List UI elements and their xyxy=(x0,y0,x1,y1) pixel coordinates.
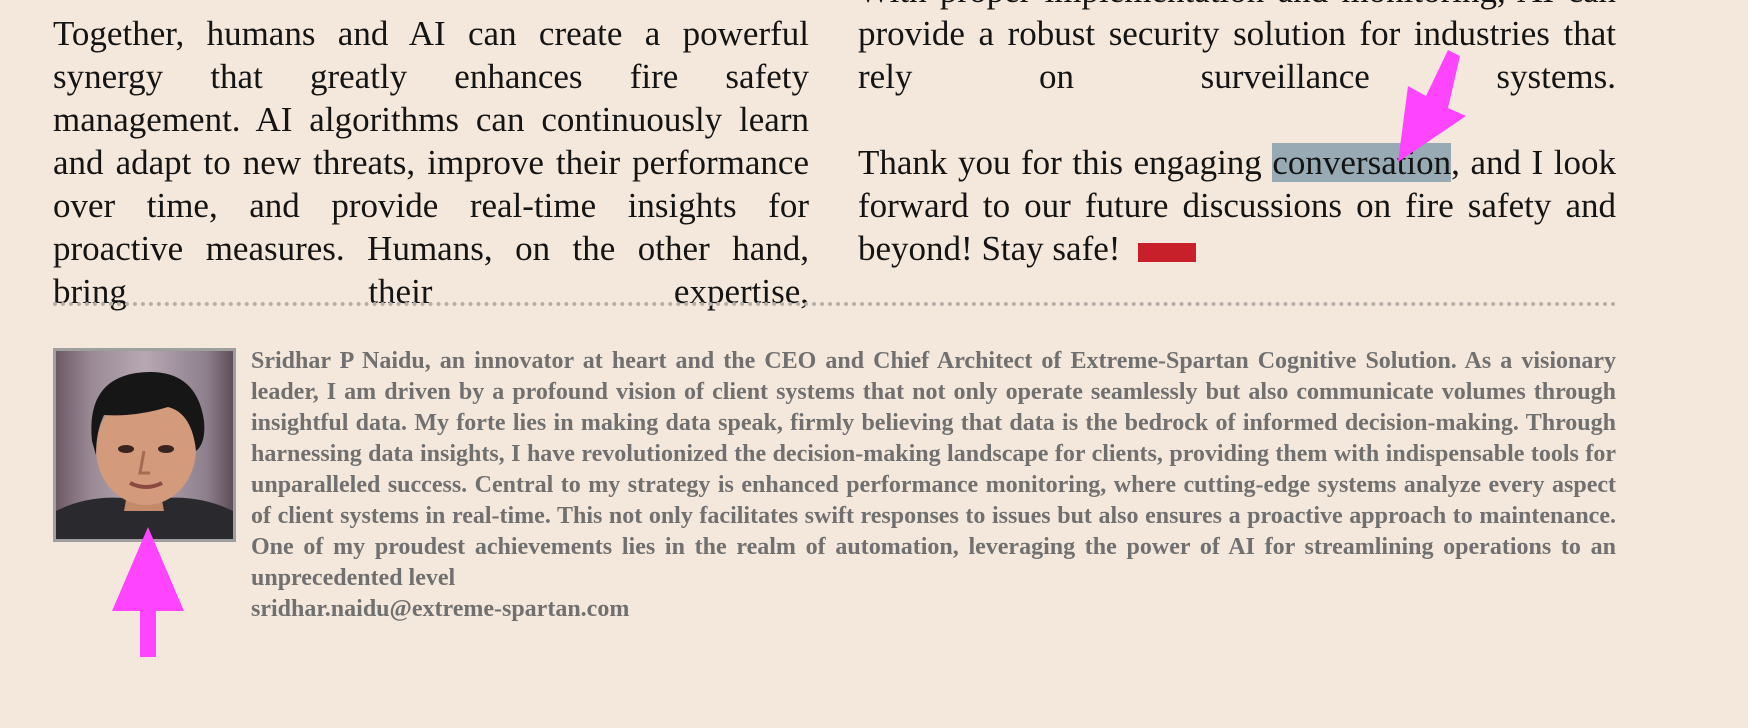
right-paragraph-surveillance: With proper implementation and monitorin… xyxy=(858,0,1616,96)
closing-paragraph: Thank you for this engaging conversation… xyxy=(858,141,1616,270)
dotted-divider xyxy=(53,302,1617,306)
closing-text-start: Thank you for this engaging xyxy=(858,143,1273,182)
author-email[interactable]: sridhar.naidu@extreme-spartan.com xyxy=(251,594,629,625)
author-portrait xyxy=(56,372,233,539)
author-bio: Sridhar P Naidu, an innovator at heart a… xyxy=(251,346,1616,594)
annotation-arrow-down-left-icon xyxy=(1398,50,1466,162)
article-right-column: With proper implementation and monitorin… xyxy=(858,0,1616,270)
author-avatar xyxy=(53,348,236,542)
end-of-article-mark xyxy=(1138,243,1197,262)
article-left-column: Together, humans and AI can create a pow… xyxy=(53,12,809,313)
annotation-arrow-up-icon xyxy=(112,527,184,657)
left-paragraph: Together, humans and AI can create a pow… xyxy=(53,14,809,311)
author-bio-text: Sridhar P Naidu, an innovator at heart a… xyxy=(251,348,1616,591)
